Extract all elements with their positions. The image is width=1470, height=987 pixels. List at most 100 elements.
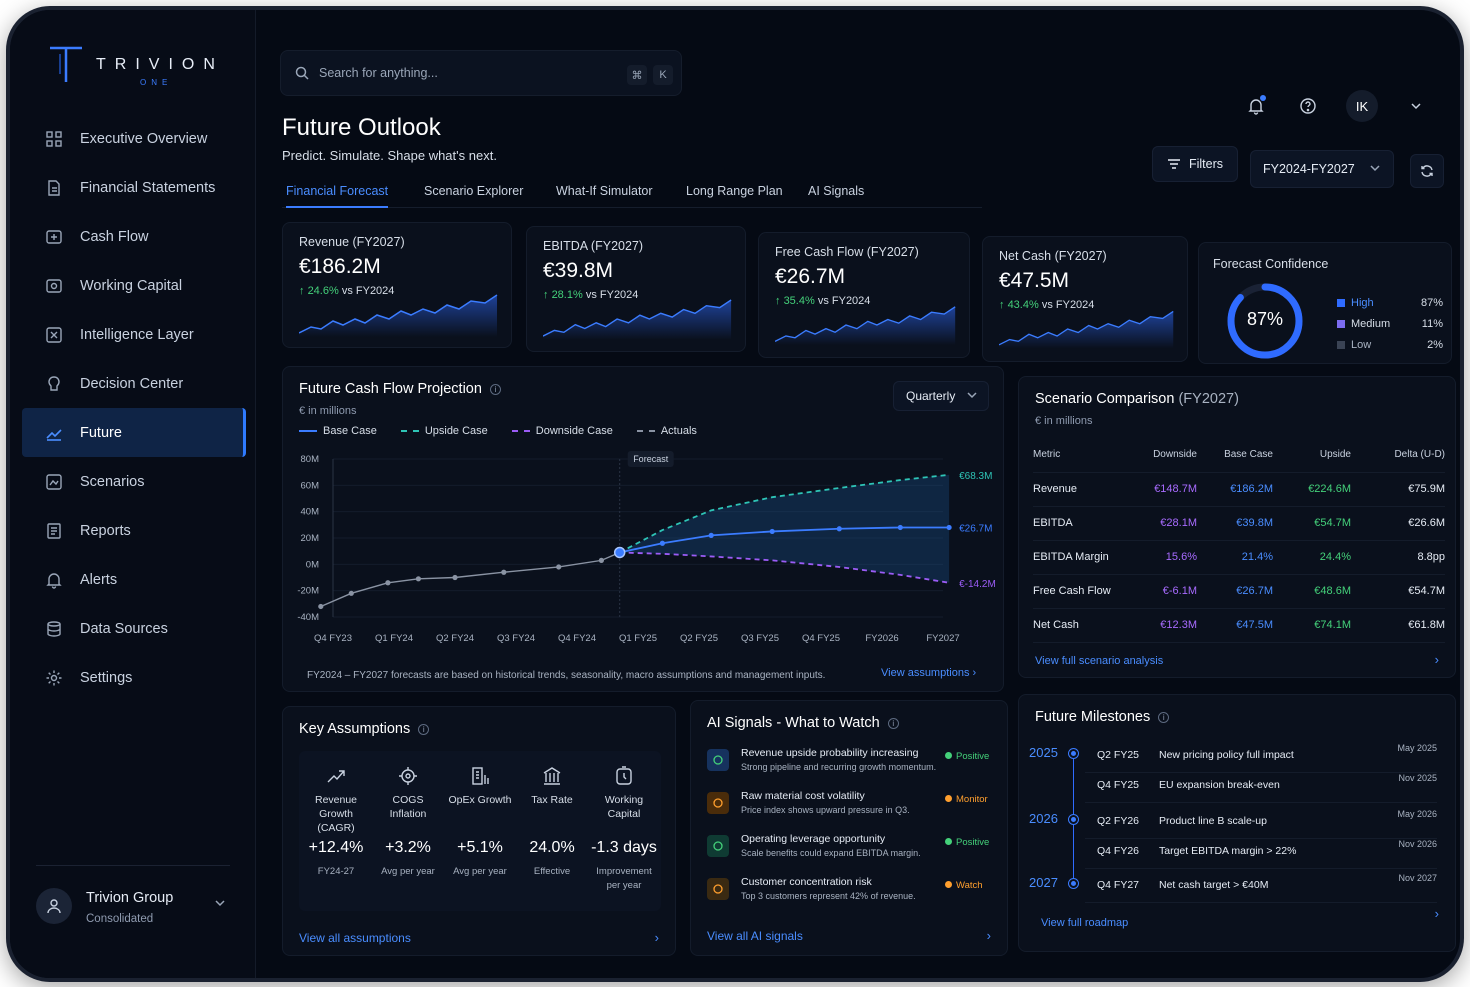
signal-item[interactable]: Raw material cost volatility Price index …	[707, 790, 997, 828]
sparkline	[543, 299, 732, 340]
table-row[interactable]: EBITDA €28.1M €39.8M €54.7M €26.6M	[1033, 507, 1445, 541]
forecast-start-point	[613, 546, 626, 559]
x-tick-label: Q1 FY24	[375, 633, 413, 644]
tab-ai-signals[interactable]: AI Signals	[808, 184, 864, 198]
signal-title: Raw material cost volatility	[741, 790, 865, 802]
legend-downside-case[interactable]: Downside Case	[511, 425, 613, 437]
milestone-item[interactable]: Q4 FY26 Target EBITDA margin > 22% Nov 202…	[1029, 839, 1437, 869]
tab-long-range-plan[interactable]: Long Range Plan	[686, 184, 783, 198]
signals-title: AI Signals - What to Watch	[707, 715, 880, 731]
milestone-item[interactable]: 2026 Q2 FY26 Product line B scale-up May 20…	[1029, 809, 1437, 839]
signal-desc: Strong pipeline and recurring growth mom…	[741, 762, 937, 772]
assumption-sub: Improvement per year	[596, 866, 652, 891]
chevron-right-icon[interactable]: ›	[1435, 906, 1439, 921]
view-all-signals-link[interactable]: View all AI signals	[707, 929, 803, 943]
notification-bell-icon[interactable]	[1242, 92, 1270, 120]
granularity-select[interactable]: Quarterly	[893, 381, 989, 411]
sidebar-item-scenarios[interactable]: Scenarios	[22, 457, 246, 506]
table-cell: €61.8M	[1408, 619, 1445, 631]
sidebar-item-working-capital[interactable]: Working Capital	[22, 261, 246, 310]
milestone-item[interactable]: 2025 Q2 FY25 New pricing policy full impac…	[1029, 743, 1437, 773]
refresh-button[interactable]	[1410, 154, 1444, 188]
kpi-card-free-cash-flow[interactable]: Free Cash Flow (FY2027) €26.7M ↑ 35.4% v…	[758, 232, 970, 358]
x-tick-label: Q1 FY25	[619, 633, 657, 644]
sidebar-item-decision-center[interactable]: Decision Center	[22, 359, 246, 408]
data-point	[385, 580, 391, 586]
sidebar-item-cash-flow[interactable]: Cash Flow	[22, 212, 246, 261]
assumption-working-capital[interactable]: Working Capital -1.3 days Improvement pe…	[589, 751, 659, 911]
kpi-card-net-cash[interactable]: Net Cash (FY2027) €47.5M ↑ 43.4% vs FY20…	[982, 236, 1188, 362]
view-assumptions-link[interactable]: View assumptions ›	[881, 667, 976, 679]
forecast-confidence-card[interactable]: Forecast Confidence 87% High 87% Medium 11…	[1198, 242, 1452, 364]
kpi-card-ebitda[interactable]: EBITDA (FY2027) €39.8M ↑ 28.1% vs FY2024	[526, 226, 746, 352]
badge-label: Watch	[956, 880, 983, 891]
period-range-select[interactable]: FY2024-FY2027	[1250, 150, 1394, 188]
sidebar-item-reports[interactable]: Reports	[22, 506, 246, 555]
legend-swatch	[1337, 320, 1345, 328]
chevron-down-icon[interactable]	[1402, 92, 1430, 120]
chevron-right-icon[interactable]: ›	[987, 928, 991, 943]
brand-name: TRIVION	[96, 56, 224, 73]
signal-item[interactable]: Revenue upside probability increasing Str…	[707, 747, 997, 785]
legend-actuals[interactable]: Actuals	[636, 425, 697, 437]
kpi-card-revenue[interactable]: Revenue (FY2027) €186.2M ↑ 24.6% vs FY20…	[282, 222, 512, 348]
col-header: Base Case	[1224, 449, 1273, 460]
info-icon[interactable]: i	[489, 383, 501, 395]
assumption-sub: Effective	[533, 866, 571, 877]
table-row[interactable]: Free Cash Flow €-6.1M €26.7M €48.6M €54.7M	[1033, 575, 1445, 609]
sidebar-item-financial-statements[interactable]: Financial Statements	[22, 163, 246, 212]
sidebar-item-executive-overview[interactable]: Executive Overview	[22, 114, 246, 163]
milestones-title: Future Milestones	[1035, 709, 1151, 725]
sidebar-item-intelligence-layer[interactable]: Intelligence Layer	[22, 310, 246, 359]
milestone-quarter: Q2 FY25	[1097, 749, 1140, 761]
chevron-right-icon[interactable]: ›	[1435, 652, 1439, 667]
info-icon[interactable]: i	[887, 717, 899, 729]
chevron-right-icon[interactable]: ›	[655, 930, 659, 945]
end-value-label: €-14.2M	[959, 579, 996, 590]
assumption-cogs-inflation[interactable]: COGS Inflation +3.2% Avg per year	[373, 751, 443, 911]
tab-what-if-simulator[interactable]: What-If Simulator	[556, 184, 653, 198]
signal-item[interactable]: Operating leverage opportunity Scale bene…	[707, 833, 997, 871]
data-point	[501, 569, 507, 575]
signal-item[interactable]: Customer concentration risk Top 3 custome…	[707, 876, 997, 914]
table-row[interactable]: Net Cash €12.3M €47.5M €74.1M €61.8M	[1033, 609, 1445, 643]
info-icon[interactable]: i	[418, 723, 430, 735]
view-scenario-analysis-link[interactable]: View full scenario analysis	[1035, 655, 1163, 667]
assumption-value: +5.1%	[457, 839, 503, 856]
sidebar-item-alerts[interactable]: Alerts	[22, 555, 246, 604]
badge-label: Monitor	[956, 794, 988, 805]
table-cell: Free Cash Flow	[1033, 585, 1111, 597]
legend-label: High	[1351, 297, 1374, 309]
data-point	[556, 564, 562, 570]
legend-upside-case[interactable]: Upside Case	[400, 425, 488, 437]
chevron-right-icon: ›	[972, 667, 977, 679]
assumption-opex-growth[interactable]: OpEx Growth +5.1% Avg per year	[445, 751, 515, 911]
table-row[interactable]: EBITDA Margin 15.6% 21.4% 24.4% 8.8pp	[1033, 541, 1445, 575]
tab-scenario-explorer[interactable]: Scenario Explorer	[424, 184, 523, 198]
forecast-label: Forecast	[633, 454, 669, 464]
sidebar-item-data-sources[interactable]: Data Sources	[22, 604, 246, 653]
sidebar-item-label: Working Capital	[80, 277, 183, 294]
org-switcher[interactable]: Trivion Group Consolidated	[36, 884, 236, 934]
view-all-assumptions-link[interactable]: View all assumptions	[299, 931, 411, 945]
table-cell: €54.7M	[1408, 585, 1445, 597]
data-point	[769, 528, 775, 535]
sidebar-item-settings[interactable]: Settings	[22, 653, 246, 702]
kbd-cmd: ⌘	[627, 65, 647, 85]
sidebar-nav: Executive Overview Financial Statements …	[22, 114, 246, 702]
milestone-item[interactable]: Q4 FY25 EU expansion break-even Nov 2025	[1029, 773, 1437, 803]
assumption-revenue-growth[interactable]: Revenue Growth (CAGR) +12.4% FY24-27	[301, 751, 371, 911]
filters-button[interactable]: Filters	[1152, 146, 1238, 182]
sidebar-item-future[interactable]: Future	[22, 408, 246, 457]
milestone-item[interactable]: 2027 Q4 FY27 Net cash target > €40M Nov 202…	[1029, 873, 1437, 903]
assumption-tax-rate[interactable]: Tax Rate 24.0% Effective	[517, 751, 587, 911]
view-roadmap-link[interactable]: View full roadmap	[1041, 917, 1128, 929]
table-row[interactable]: Revenue €148.7M €186.2M €224.6M €75.9M	[1033, 473, 1445, 507]
search-input[interactable]: Search for anything... ⌘ K	[280, 50, 682, 96]
tab-financial-forecast[interactable]: Financial Forecast	[286, 184, 389, 208]
avatar[interactable]: IK	[1346, 90, 1378, 122]
help-icon[interactable]	[1294, 92, 1322, 120]
info-icon[interactable]: i	[1158, 711, 1170, 723]
legend-base-case[interactable]: Base Case	[299, 425, 377, 437]
logo[interactable]: TRIVION ONE	[44, 44, 244, 94]
